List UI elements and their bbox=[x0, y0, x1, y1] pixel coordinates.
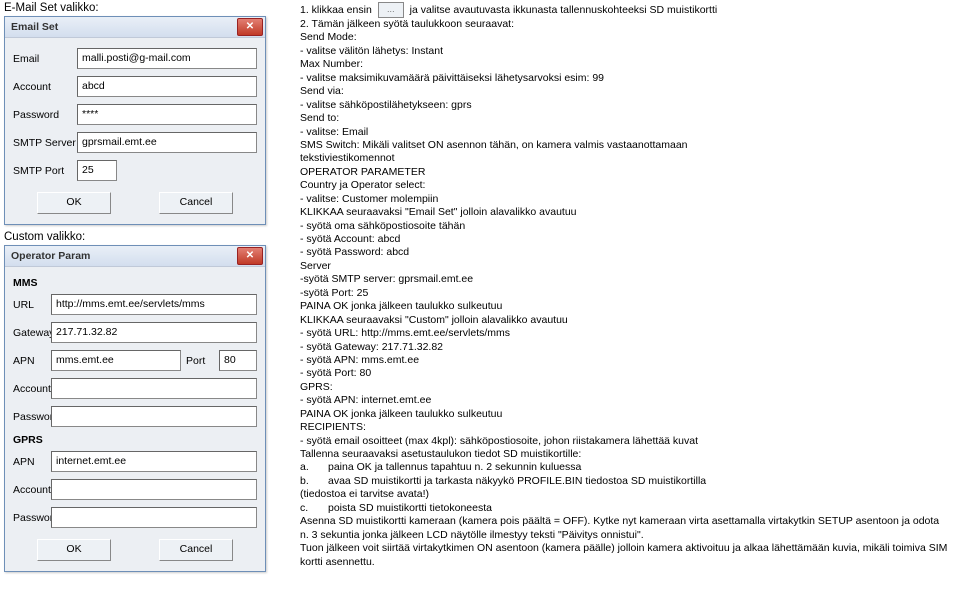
instr-line: - syötä Account: abcd bbox=[300, 233, 950, 246]
instr-line: Country ja Operator select: bbox=[300, 179, 950, 192]
instr-line: Send Mode: bbox=[300, 31, 950, 44]
instr-line: PAINA OK jonka jälkeen taulukko sulkeutu… bbox=[300, 300, 950, 313]
url-label: URL bbox=[13, 299, 51, 311]
instr-line: -syötä Port: 25 bbox=[300, 287, 950, 300]
instr-line: -syötä SMTP server: gprsmail.emt.ee bbox=[300, 273, 950, 286]
list-letter: b. bbox=[300, 475, 328, 488]
smtp-server-field[interactable]: gprsmail.emt.ee bbox=[77, 132, 257, 153]
ellipsis-button-icon: … bbox=[378, 2, 404, 18]
instr-paragraph: Asenna SD muistikortti kameraan (kamera … bbox=[300, 515, 950, 542]
instr-line: paina OK ja tallennus tapahtuu n. 2 seku… bbox=[328, 461, 581, 473]
url-field[interactable]: http://mms.emt.ee/servlets/mms bbox=[51, 294, 257, 315]
gprs-apn-label: APN bbox=[13, 456, 51, 468]
instr-line: GPRS: bbox=[300, 381, 950, 394]
account-label: Account bbox=[13, 81, 77, 93]
cancel-button[interactable]: Cancel bbox=[159, 539, 233, 561]
instr-line: SMS Switch: Mikäli valitset ON asennon t… bbox=[300, 139, 950, 152]
email-set-heading: E-Mail Set valikko: bbox=[4, 2, 294, 14]
instr-line: avaa SD muistikortti ja tarkasta näkyykö… bbox=[328, 475, 706, 487]
gprs-password-field[interactable] bbox=[51, 507, 257, 528]
instr-line: - valitse maksimikuvamäärä päivittäiseks… bbox=[300, 72, 950, 85]
instr-line: 1. klikkaa ensin bbox=[300, 4, 375, 16]
apn-label: APN bbox=[13, 355, 51, 367]
cancel-button[interactable]: Cancel bbox=[159, 192, 233, 214]
instr-line: - syötä Port: 80 bbox=[300, 367, 950, 380]
instr-line: RECIPIENTS: bbox=[300, 421, 950, 434]
instr-line: - syötä Gateway: 217.71.32.82 bbox=[300, 341, 950, 354]
instr-line: 2. Tämän jälkeen syötä taulukkoon seuraa… bbox=[300, 18, 950, 31]
instr-line: KLIKKAA seuraavaksi "Email Set" jolloin … bbox=[300, 206, 950, 219]
gprs-apn-field[interactable]: internet.emt.ee bbox=[51, 451, 257, 472]
smtp-server-label: SMTP Server bbox=[13, 137, 77, 149]
account-label: Account bbox=[13, 383, 51, 395]
instr-line: poista SD muistikortti tietokoneesta bbox=[328, 502, 492, 514]
instr-line: OPERATOR PARAMETER bbox=[300, 166, 950, 179]
password-field[interactable]: **** bbox=[77, 104, 257, 125]
instr-line: - valitse: Customer molempiin bbox=[300, 193, 950, 206]
instr-line: Send via: bbox=[300, 85, 950, 98]
apn-field[interactable]: mms.emt.ee bbox=[51, 350, 181, 371]
instr-line: PAINA OK jonka jälkeen taulukko sulkeutu… bbox=[300, 408, 950, 421]
instr-line: - syötä URL: http://mms.emt.ee/servlets/… bbox=[300, 327, 950, 340]
gprs-password-label: Password bbox=[13, 512, 51, 524]
password-field[interactable] bbox=[51, 406, 257, 427]
gprs-section-header: GPRS bbox=[13, 434, 257, 446]
instr-line: (tiedostoa ei tarvitse avata!) bbox=[300, 488, 950, 501]
instructions-text: 1. klikkaa ensin … ja valitse avautuvast… bbox=[300, 2, 950, 569]
email-field[interactable]: malli.posti@g-mail.com bbox=[77, 48, 257, 69]
account-field[interactable] bbox=[51, 378, 257, 399]
instr-line: Max Number: bbox=[300, 58, 950, 71]
list-letter: c. bbox=[300, 502, 328, 515]
email-set-dialog: Email Set ✕ Email malli.posti@g-mail.com… bbox=[4, 16, 266, 225]
instr-line: Server bbox=[300, 260, 950, 273]
instr-line: - valitse sähköpostilähetykseen: gprs bbox=[300, 99, 950, 112]
account-field[interactable]: abcd bbox=[77, 76, 257, 97]
password-label: Password bbox=[13, 411, 51, 423]
gateway-field[interactable]: 217.71.32.82 bbox=[51, 322, 257, 343]
gprs-account-field[interactable] bbox=[51, 479, 257, 500]
instr-line: - syötä Password: abcd bbox=[300, 246, 950, 259]
smtp-port-field[interactable]: 25 bbox=[77, 160, 117, 181]
custom-heading: Custom valikko: bbox=[4, 231, 294, 243]
dialog-title: Email Set bbox=[11, 21, 237, 33]
instr-line: - syötä APN: mms.emt.ee bbox=[300, 354, 950, 367]
port-field[interactable]: 80 bbox=[219, 350, 257, 371]
dialog-title: Operator Param bbox=[11, 250, 237, 262]
instr-line: - valitse: Email bbox=[300, 126, 950, 139]
email-label: Email bbox=[13, 53, 77, 65]
instr-line: - syötä email osoitteet (max 4kpl): sähk… bbox=[300, 435, 950, 448]
instr-line: - syötä oma sähköpostiosoite tähän bbox=[300, 220, 950, 233]
close-icon[interactable]: ✕ bbox=[237, 18, 263, 36]
ok-button[interactable]: OK bbox=[37, 192, 111, 214]
instr-line: ja valitse avautuvasta ikkunasta tallenn… bbox=[410, 4, 718, 16]
instr-line: tekstiviestikomennot bbox=[300, 152, 950, 165]
instr-line: KLIKKAA seuraavaksi "Custom" jolloin ala… bbox=[300, 314, 950, 327]
mms-section-header: MMS bbox=[13, 277, 257, 289]
smtp-port-label: SMTP Port bbox=[13, 165, 77, 177]
gprs-account-label: Account bbox=[13, 484, 51, 496]
operator-param-dialog: Operator Param ✕ MMS URL http://mms.emt.… bbox=[4, 245, 266, 572]
instr-paragraph: Tuon jälkeen voit siirtää virtakytkimen … bbox=[300, 542, 950, 569]
ok-button[interactable]: OK bbox=[37, 539, 111, 561]
list-letter: a. bbox=[300, 461, 328, 474]
instr-line: Send to: bbox=[300, 112, 950, 125]
instr-line: - syötä APN: internet.emt.ee bbox=[300, 394, 950, 407]
close-icon[interactable]: ✕ bbox=[237, 247, 263, 265]
password-label: Password bbox=[13, 109, 77, 121]
gateway-label: Gateway bbox=[13, 327, 51, 339]
instr-line: - valitse välitön lähetys: Instant bbox=[300, 45, 950, 58]
instr-line: Tallenna seuraavaksi asetustaulukon tied… bbox=[300, 448, 950, 461]
port-label: Port bbox=[186, 355, 214, 367]
